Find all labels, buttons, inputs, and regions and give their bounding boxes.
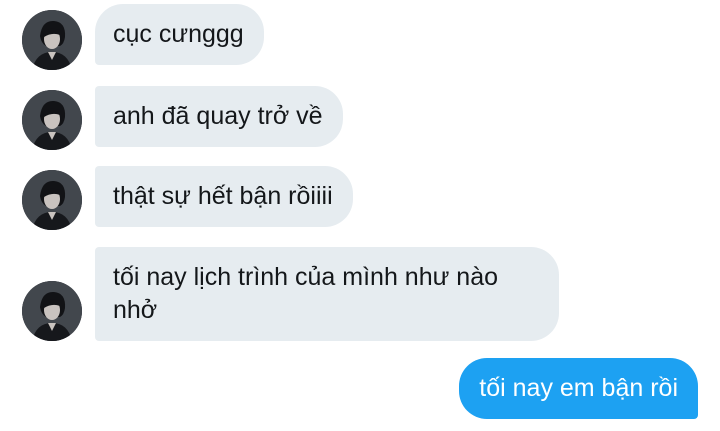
- message-text: tối nay lịch trình của mình như nào nhở: [113, 263, 499, 324]
- avatar-image-icon: [22, 10, 82, 70]
- message-thread: cục cưnggg anh đã quay trở về thật sự hế…: [0, 0, 720, 431]
- avatar-image-icon: [22, 90, 82, 150]
- avatar-image-icon: [22, 281, 82, 341]
- avatar[interactable]: [22, 170, 82, 230]
- message-text: cục cưnggg: [113, 20, 244, 48]
- avatar[interactable]: [22, 281, 82, 341]
- avatar[interactable]: [22, 10, 82, 70]
- message-text: tối nay em bận rồi: [479, 374, 678, 402]
- message-bubble[interactable]: cục cưnggg: [95, 4, 264, 65]
- sent-message-bubble[interactable]: tối nay em bận rồi: [459, 358, 698, 419]
- avatar-image-icon: [22, 170, 82, 230]
- message-text: thật sự hết bận rồiiii: [113, 182, 333, 210]
- message-bubble[interactable]: tối nay lịch trình của mình như nào nhở: [95, 247, 559, 341]
- message-bubble[interactable]: anh đã quay trở về: [95, 86, 343, 147]
- message-bubble[interactable]: thật sự hết bận rồiiii: [95, 166, 353, 227]
- avatar[interactable]: [22, 90, 82, 150]
- message-text: anh đã quay trở về: [113, 102, 323, 130]
